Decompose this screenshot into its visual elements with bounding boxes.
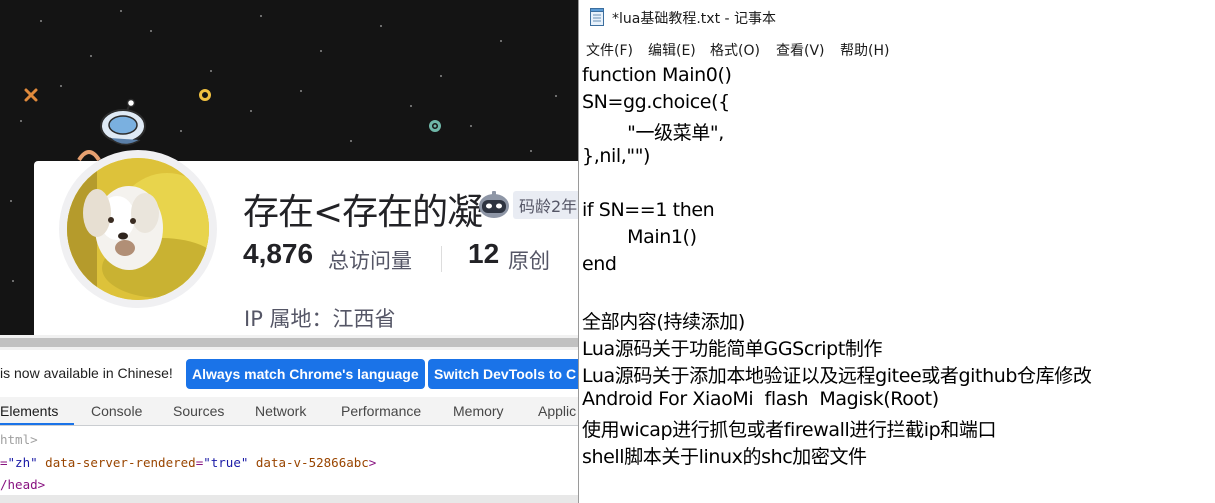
source-line-head-close[interactable]: /head> <box>0 477 45 492</box>
text-line: Android For XiaoMi flash Magisk(Root) <box>582 388 939 410</box>
source-line-html-attrs[interactable]: ="zh" data-server-rendered="true" data-v… <box>0 455 376 470</box>
notepad-app-icon <box>590 8 604 26</box>
active-tab-indicator <box>0 423 74 425</box>
attr-server-rendered: data-server-rendered <box>45 455 196 470</box>
ip-location: IP 属地：江西省 <box>244 307 396 331</box>
text-line: Main1() <box>582 226 697 248</box>
attr-data-v: data-v-52866abc <box>255 455 369 470</box>
text-line: 全部内容(持续添加) <box>582 311 745 333</box>
age-badge: 码龄2年 <box>477 190 578 220</box>
robot-icon <box>479 191 509 218</box>
gear-decoration-icon <box>429 120 441 132</box>
age-badge-label: 码龄2年 <box>513 191 578 219</box>
notepad-menubar: 文件(F) 编辑(E) 格式(O) 查看(V) 帮助(H) <box>579 38 1215 60</box>
lang-equals: = <box>0 455 8 470</box>
text-line: Lua源码关于添加本地验证以及远程gitee或者github仓库修改 <box>582 365 1092 387</box>
notepad-titlebar[interactable]: *lua基础教程.txt - 记事本 <box>579 0 1215 34</box>
notepad-text-area[interactable]: function Main0() SN=gg.choice({ "一级菜单", … <box>579 62 1215 503</box>
text-line: if SN==1 then <box>582 199 715 221</box>
text-line: Lua源码关于功能简单GGScript制作 <box>582 338 883 360</box>
menu-edit[interactable]: 编辑(E) <box>648 40 696 60</box>
text-line: 使用wicap进行抓包或者firewall进行拦截ip和端口 <box>582 419 997 441</box>
stat-divider <box>441 246 442 272</box>
elements-tree: html> ="zh" data-server-rendered="true" … <box>0 426 578 503</box>
tab-elements[interactable]: Elements <box>0 403 58 419</box>
devtools-scrollbar[interactable] <box>0 495 578 503</box>
tab-network[interactable]: Network <box>255 403 306 419</box>
visits-count: 4,876 <box>243 238 314 269</box>
attr-server-rendered-value: "true" <box>203 455 249 470</box>
menu-view[interactable]: 查看(V) <box>776 40 825 60</box>
menu-format[interactable]: 格式(O) <box>710 40 760 60</box>
browser-window: 存在<存在的凝 码龄2年 4,876 总访问量 12 原创 IP 属地：江西省 … <box>0 0 578 503</box>
original-label: 原创 <box>508 249 550 273</box>
devtools-tab-bar: Elements Console Sources Network Perform… <box>0 397 578 426</box>
text-line: end <box>582 253 617 275</box>
tab-application[interactable]: Applic <box>538 403 576 419</box>
page-horizontal-scrollbar[interactable] <box>0 335 578 350</box>
tab-sources[interactable]: Sources <box>173 403 224 419</box>
tab-memory[interactable]: Memory <box>453 403 504 419</box>
original-count: 12 <box>468 238 500 269</box>
text-line: shell脚本关于linux的shc加密文件 <box>582 446 867 468</box>
source-line-html[interactable]: html> <box>0 432 38 447</box>
tag-close: > <box>368 455 377 470</box>
satellite-icon <box>100 98 146 146</box>
tab-console[interactable]: Console <box>91 403 142 419</box>
always-match-language-button[interactable]: Always match Chrome's language <box>186 359 425 389</box>
menu-help[interactable]: 帮助(H) <box>840 40 889 60</box>
scrollbar-thumb[interactable] <box>0 338 578 347</box>
cross-decoration-icon <box>24 88 38 102</box>
infobar-message: is now available in Chinese! <box>0 365 173 381</box>
lang-value: "zh" <box>7 455 38 470</box>
switch-devtools-language-button[interactable]: Switch DevTools to C <box>428 359 578 389</box>
notepad-window: *lua基础教程.txt - 记事本 文件(F) 编辑(E) 格式(O) 查看(… <box>578 0 1215 503</box>
ring-decoration-icon <box>199 89 211 101</box>
dog-avatar-image <box>67 158 209 300</box>
text-line: function Main0() <box>582 64 732 86</box>
devtools-language-infobar: is now available in Chinese! Always matc… <box>0 350 578 398</box>
text-line: "一级菜单", <box>582 122 724 144</box>
text-line: SN=gg.choice({ <box>582 91 730 113</box>
notepad-title: *lua基础教程.txt - 记事本 <box>612 11 777 27</box>
user-name: 存在<存在的凝 <box>243 192 483 233</box>
avatar[interactable] <box>67 158 209 300</box>
text-line: },nil,"") <box>582 145 651 167</box>
menu-file[interactable]: 文件(F) <box>586 40 633 60</box>
tab-performance[interactable]: Performance <box>341 403 421 419</box>
visits-label: 总访问量 <box>328 249 412 273</box>
